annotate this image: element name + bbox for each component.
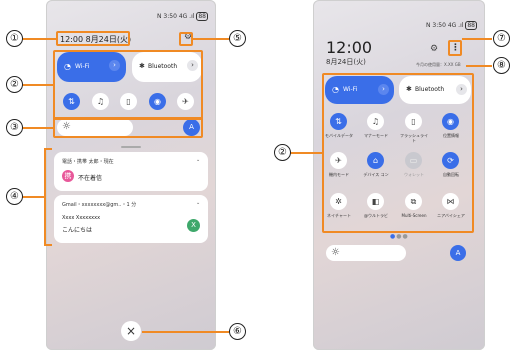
- callout-line: [462, 38, 492, 40]
- status-bar: N 3:50 4G .ıl 88: [156, 12, 208, 21]
- callout-line: [22, 84, 53, 86]
- callout-7: ⑦: [493, 30, 510, 47]
- caller-avatar: 携: [62, 170, 74, 182]
- chevron-down-icon[interactable]: ⌄: [196, 157, 200, 163]
- callout-line: [290, 152, 322, 154]
- drag-handle[interactable]: [121, 146, 141, 148]
- callout-line: [193, 38, 229, 40]
- chevron-down-icon[interactable]: ⌄: [196, 200, 200, 206]
- callout-frame-quick-settings: [322, 73, 474, 233]
- callout-2-right: ②: [274, 144, 291, 161]
- clock: 12:00: [326, 38, 373, 57]
- gmail-notification[interactable]: Gmail・xxxxxxxx@gm..・1 分 ⌄ Xxxx Xxxxxxxx …: [54, 195, 208, 243]
- date: 8月24日(火): [326, 58, 366, 66]
- callout-bracket: [44, 148, 46, 246]
- callout-frame-more-options: [448, 40, 462, 56]
- settings-gear-icon[interactable]: ⚙: [430, 44, 438, 54]
- callout-frame-brightness: [53, 117, 203, 138]
- sender-avatar: X: [187, 219, 200, 232]
- callout-line: [44, 148, 52, 150]
- close-button[interactable]: ×: [121, 321, 141, 341]
- callout-4: ④: [6, 188, 23, 205]
- callout-line: [22, 196, 44, 198]
- notification-header: Gmail・xxxxxxxx@gm..・1 分: [62, 202, 137, 208]
- callout-8: ⑧: [493, 57, 510, 74]
- callout-1: ①: [6, 30, 23, 47]
- brightness-icon: ☼: [331, 247, 340, 258]
- callout-5: ⑤: [229, 30, 246, 47]
- callout-line: [22, 38, 56, 40]
- email-preview: こんにちは: [62, 227, 93, 234]
- page-indicator: ●●●: [390, 233, 409, 240]
- data-usage: 今月の使用量：X.XX GB: [416, 62, 461, 67]
- callout-3: ③: [6, 119, 23, 136]
- callout-line: [44, 244, 52, 246]
- notification-body: 不在着信: [78, 175, 103, 182]
- callout-frame-datetime: [56, 31, 130, 46]
- callout-frame-settings: [179, 32, 193, 46]
- missed-call-notification[interactable]: 電話・携帯 太郎・現在 ⌄ 携 不在着信: [54, 152, 208, 191]
- email-sender: Xxxx Xxxxxxxx: [62, 215, 101, 221]
- callout-2: ②: [6, 76, 23, 93]
- callout-line: [142, 331, 229, 333]
- callout-line: [466, 65, 492, 67]
- auto-brightness-icon[interactable]: A: [450, 245, 466, 261]
- callout-frame-quick-settings: [53, 50, 203, 120]
- callout-6: ⑥: [229, 323, 246, 340]
- status-bar: N 3:50 4G .ıl 88: [425, 21, 477, 30]
- notification-header: 電話・携帯 太郎・現在: [62, 159, 114, 165]
- callout-line: [22, 127, 53, 129]
- brightness-slider[interactable]: ☼: [326, 245, 406, 261]
